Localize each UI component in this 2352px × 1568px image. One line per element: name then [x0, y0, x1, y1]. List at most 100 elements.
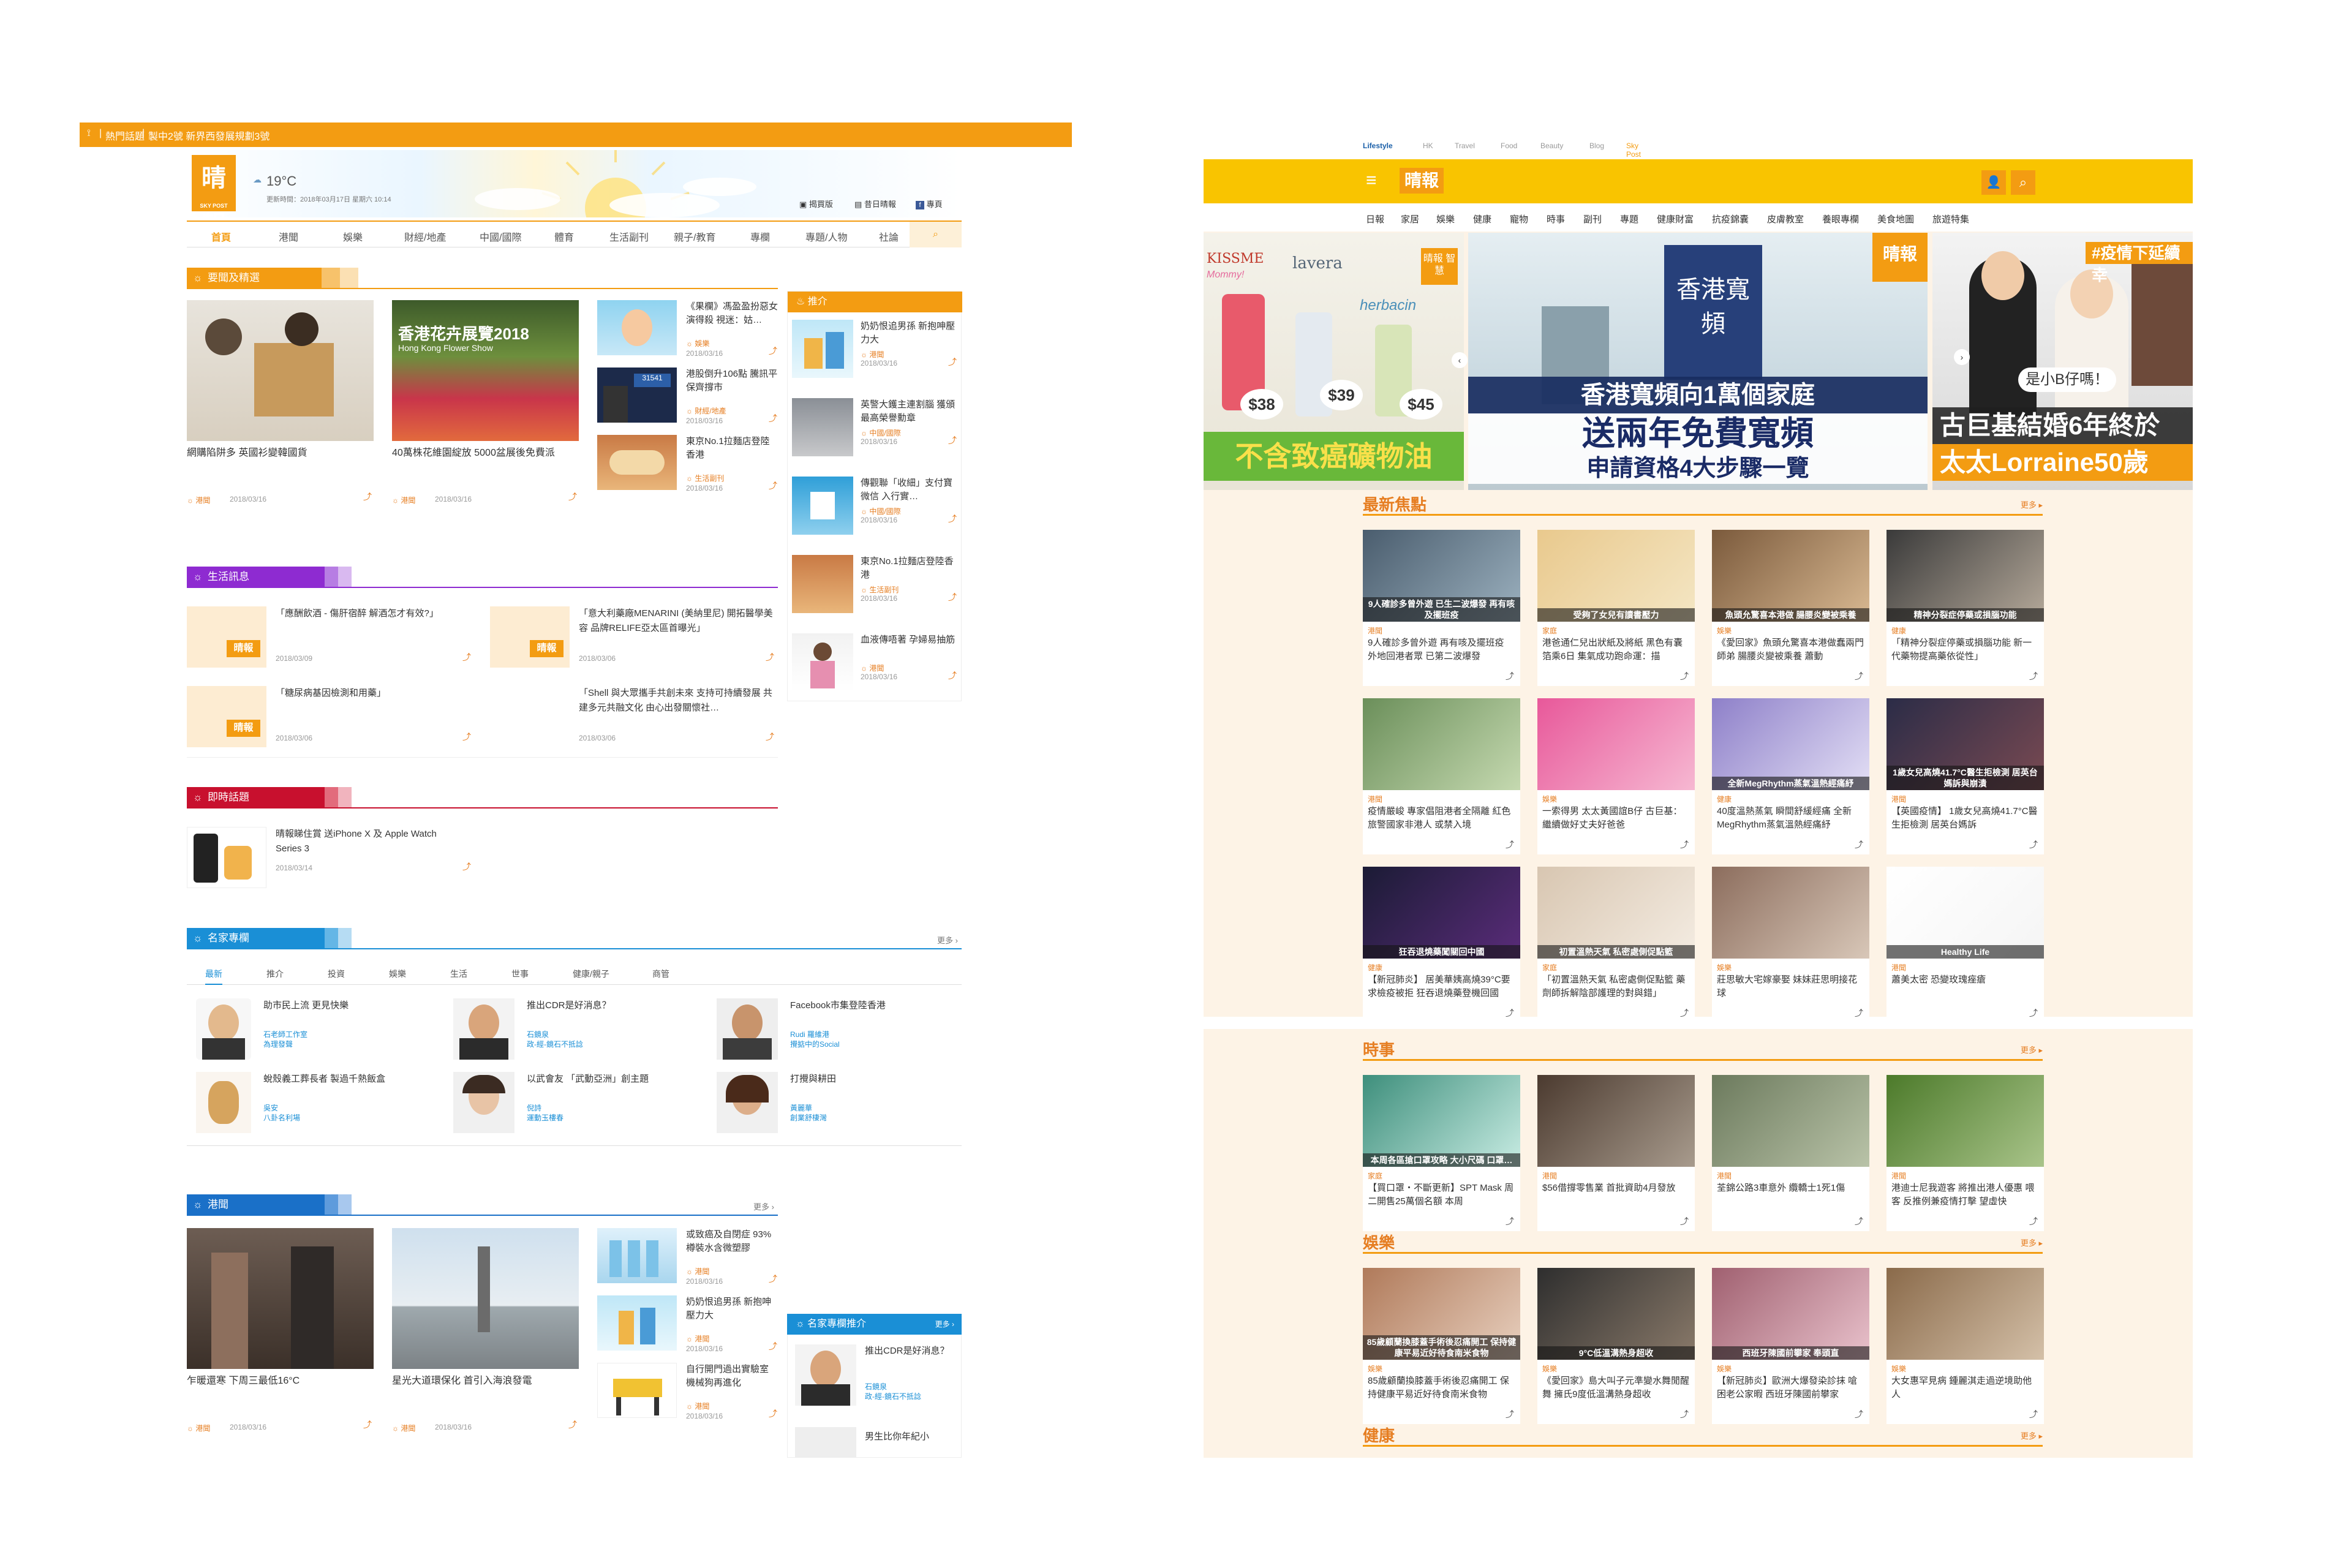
more-link[interactable]: 更多 ›: [935, 1314, 954, 1335]
menu-item[interactable]: 專題: [1620, 213, 1638, 225]
share-icon[interactable]: ⤴: [1855, 670, 1863, 682]
card-image[interactable]: 受夠了女兒有讀書壓力: [1537, 530, 1695, 622]
card-title[interactable]: 疫情嚴峻 專家倡阻港者全隔離 紅色旅警國家非港人 或禁入境: [1368, 805, 1515, 832]
avatar[interactable]: [196, 998, 251, 1060]
article-card[interactable]: 85歲顧蘭換膝蓋手術後忍痛開工 保持健康平易近好待食南米食物 娛樂 85歲顧蘭換膝蓋…: [1363, 1268, 1520, 1424]
share-icon[interactable]: ⤴: [1680, 839, 1689, 851]
article-card[interactable]: Healthy Life 港聞 蕭美太密 恐變玫瑰痤瘡 ⤴: [1887, 867, 2044, 1023]
nav-china[interactable]: 中國/國際: [480, 229, 521, 244]
article-card[interactable]: 魚頭允驚喜本港做 腸腰炎變被乘養 娛樂 《愛回家》魚頭允驚喜本港做蠢兩門師弟 腸腰炎…: [1712, 530, 1869, 686]
card-title[interactable]: 港爸通仁兒出狀紙及將紙 黑色有囊箔乘6日 集氣成功跑命運：描: [1542, 636, 1689, 663]
link-print-edition[interactable]: ▣ 揭買版: [799, 198, 833, 209]
menu-item[interactable]: 養眼專欄: [1822, 213, 1859, 225]
share-icon[interactable]: ⤴: [462, 733, 471, 741]
article-card[interactable]: 1歲女兒高燒41.7°C醫生拒檢測 居英台媽訴與崩潰 港聞 【英國疫情】 1歲女兒高…: [1887, 698, 2044, 854]
tab-world[interactable]: 世事: [511, 968, 529, 980]
share-icon[interactable]: ⤴: [2029, 839, 2038, 851]
article-card[interactable]: 娛樂 莊思敏大宅嫁豪娶 妹妹莊思明接花球 ⤴: [1712, 867, 1869, 1023]
tab-business[interactable]: 商管: [652, 968, 669, 980]
image-avenue-of-stars[interactable]: [392, 1228, 579, 1369]
card-image[interactable]: 初置溫熱天氣 私密處側促點籃: [1537, 867, 1695, 959]
news-title[interactable]: 網購陷阱多 英國衫變韓國貨: [187, 446, 374, 461]
card-image[interactable]: 全新MegRhythm蒸氣溫熱經痛紓: [1712, 698, 1869, 790]
share-icon[interactable]: ⤴: [769, 347, 777, 355]
menu-item[interactable]: 日報: [1366, 213, 1384, 225]
image-flower-show[interactable]: 香港花卉展覽2018 Hong Kong Flower Show: [392, 300, 579, 441]
column-title[interactable]: 打攪與耕田: [790, 1072, 962, 1087]
hero-slide-celebrity[interactable]: #疫情下延續幸 是小B仔嗎！ 古巨基結婚6年終於 太太Lorraine50歲: [1932, 233, 2193, 490]
tab-ent[interactable]: 娛樂: [389, 968, 406, 980]
news-title[interactable]: 星光大道環保化 首引入海浪發電: [392, 1374, 579, 1389]
card-title[interactable]: 「精神分裂症停藥或損腦功能 新一代藥物提高藥依從性」: [1891, 636, 2038, 663]
thumb-robot-dog[interactable]: [597, 1363, 677, 1418]
nav-local[interactable]: 港聞: [279, 229, 298, 244]
hot-topic-link[interactable]: 製中2號 新界西發展規劃3號: [148, 128, 270, 143]
more-link[interactable]: 更多 ▸: [2021, 1430, 2043, 1441]
article-card[interactable]: 港聞 港迪士尼我遊客 將推出港人優惠 喂客 反推例兼疫情打擊 望虛快 ⤴: [1887, 1075, 2044, 1231]
card-title[interactable]: 40度溫熱蒸氣 瞬間舒緩經痛 全新MegRhythm蒸氣溫熱經痛紓: [1717, 805, 1864, 832]
nav-editorial[interactable]: 社論: [879, 229, 899, 244]
news-title[interactable]: 40萬株花維園綻放 5000盆展後免費派: [392, 446, 579, 461]
more-link[interactable]: 更多 ▸: [2021, 1044, 2043, 1055]
nav-parent[interactable]: 親子/教育: [674, 229, 715, 244]
news-title[interactable]: 《果欄》馮盈盈扮惡女演得殺 視迷：姑…: [686, 300, 778, 327]
thumb-payment[interactable]: [792, 477, 853, 535]
card-title[interactable]: 港迪士尼我遊客 將推出港人優惠 喂客 反推例兼疫情打擊 望虛快: [1891, 1182, 2038, 1208]
share-icon[interactable]: ⤴: [1855, 839, 1863, 851]
article-card[interactable]: 精神分裂症停藥或損腦功能 健康 「精神分裂症停藥或損腦功能 新一代藥物提高藥依從性」…: [1887, 530, 2044, 686]
more-link[interactable]: 更多 ▸: [2021, 499, 2043, 510]
placeholder-thumb[interactable]: 晴報: [490, 606, 570, 668]
card-image[interactable]: [1712, 1075, 1869, 1167]
rec-title[interactable]: 傳觀聯「收細」支付寶微信 入行實…: [861, 477, 956, 503]
card-image[interactable]: 西班牙陳國前攀家 奉頭直: [1712, 1268, 1869, 1360]
column-title[interactable]: 蛻殼義工葬長者 製過千熱飯盒: [263, 1072, 447, 1087]
card-image[interactable]: [1712, 867, 1869, 959]
rss-icon[interactable]: ⟟: [87, 128, 91, 139]
share-icon[interactable]: ⤴: [948, 514, 957, 523]
share-icon[interactable]: ⤴: [1680, 1007, 1689, 1019]
article-card[interactable]: 9人確診多曾外遊 已生二波爆發 再有咳及擺班疫 港聞 9人確診多曾外遊 再有咳及擺班…: [1363, 530, 1520, 686]
avatar[interactable]: [196, 1072, 251, 1133]
share-icon[interactable]: ⤴: [1506, 839, 1514, 851]
share-icon[interactable]: ⤴: [568, 1420, 577, 1429]
rec-title[interactable]: 血液傳唔著 孕婦易抽筋: [861, 633, 956, 647]
user-icon[interactable]: 👤: [1981, 170, 2006, 195]
share-icon[interactable]: ⤴: [2029, 1215, 2038, 1227]
life-title[interactable]: 「應酬飲酒 - 傷肝宿醉 解酒怎才有效?」: [276, 606, 459, 621]
news-title[interactable]: 乍暖還寒 下周三最低16°C: [187, 1374, 374, 1389]
share-icon[interactable]: ⤴: [1506, 1215, 1514, 1227]
card-image[interactable]: Healthy Life: [1887, 867, 2044, 959]
hero-slide-cosmetics[interactable]: KISSME Mommy! lavera herbacin 晴報 智慧 $38 …: [1204, 233, 1464, 490]
article-card[interactable]: 初置溫熱天氣 私密處側促點籃 家庭 「初置溫熱天氣 私密處側促點籃 藥劑師拆解陰部護…: [1537, 867, 1695, 1023]
hot-title[interactable]: 晴報睇住賞 送iPhone X 及 Apple Watch Series 3: [276, 827, 459, 856]
avatar[interactable]: [795, 1427, 856, 1458]
share-icon[interactable]: ⤴: [462, 653, 471, 662]
thumb-ramen-2[interactable]: [792, 555, 853, 613]
article-card[interactable]: 娛樂 大女惠罕見病 鍾麗淇走過逆境助他人 ⤴: [1887, 1268, 2044, 1424]
card-title[interactable]: 【新冠肺炎】 居美華姨高燒39°C要求檢疫被拒 狂吞退燒藥登機回國: [1368, 973, 1515, 1000]
nav-home[interactable]: 首頁: [211, 229, 231, 244]
link-facebook-page[interactable]: f 專頁: [916, 198, 943, 209]
tab-health[interactable]: 健康/親子: [573, 968, 609, 980]
share-icon[interactable]: ⤴: [363, 1420, 372, 1429]
share-icon[interactable]: ⤴: [1506, 1408, 1514, 1420]
card-image[interactable]: 精神分裂症停藥或損腦功能: [1887, 530, 2044, 622]
share-icon[interactable]: ⤴: [769, 1409, 777, 1418]
card-title[interactable]: $56借撐零售業 首批資助4月發放: [1542, 1182, 1689, 1195]
share-icon[interactable]: ⤴: [769, 1342, 777, 1351]
thumb-stock[interactable]: 31541: [597, 368, 677, 423]
card-title[interactable]: 【買口罩・不斷更新】SPT Mask 周二開售25萬個名額 本周: [1368, 1182, 1515, 1208]
share-icon[interactable]: ⤴: [462, 862, 471, 871]
share-icon[interactable]: ⤴: [948, 436, 957, 445]
card-title[interactable]: 一索得男 太太黃國誼B仔 古巨基：繼續做好丈夫好爸爸: [1542, 805, 1689, 832]
menu-item[interactable]: 副刊: [1583, 213, 1602, 225]
news-title[interactable]: 東京No.1拉麵店登陸香港: [686, 435, 778, 462]
tab-recommend[interactable]: 推介: [266, 968, 284, 980]
menu-item[interactable]: 健康財富: [1657, 213, 1694, 225]
news-title[interactable]: 奶奶恨追男孫 新抱呻壓力大: [686, 1295, 778, 1322]
share-icon[interactable]: ⤴: [1855, 1408, 1863, 1420]
card-image[interactable]: [1537, 1075, 1695, 1167]
share-icon[interactable]: ⤴: [769, 1275, 777, 1283]
nav-column[interactable]: 專欄: [750, 229, 770, 244]
nav-feature[interactable]: 專題/人物: [805, 229, 847, 244]
